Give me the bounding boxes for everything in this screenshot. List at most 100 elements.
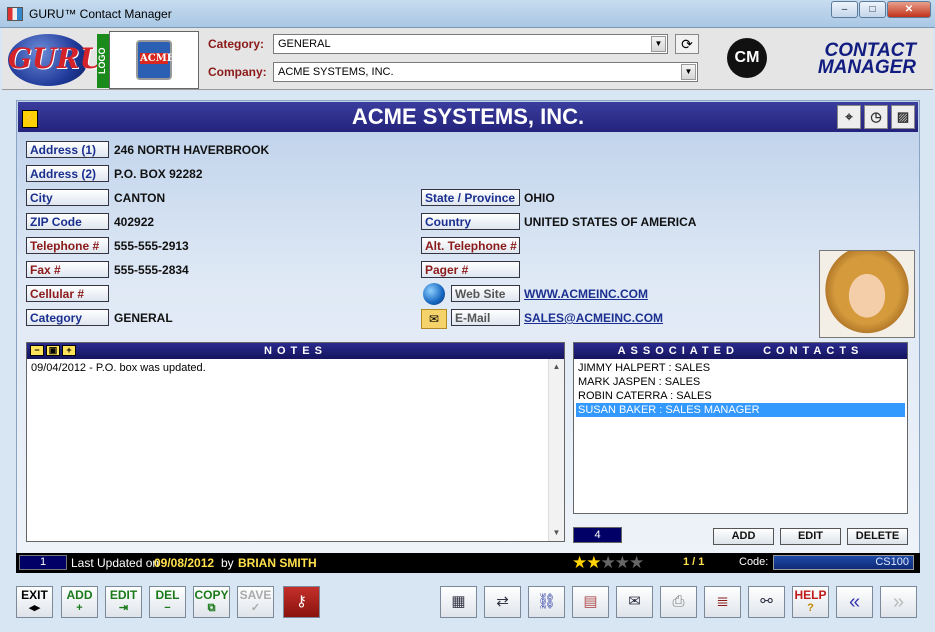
country-value[interactable]: UNITED STATES OF AMERICA xyxy=(524,215,696,229)
stamp-icon[interactable]: ▣ xyxy=(46,345,60,356)
state-label[interactable]: State / Province xyxy=(421,189,520,206)
globe-icon[interactable] xyxy=(423,283,445,305)
check-icon: ✓ xyxy=(250,602,261,614)
star-icon[interactable]: ★ xyxy=(629,553,644,572)
lightning-icon[interactable]: ⚡ xyxy=(22,110,38,128)
chevron-down-icon[interactable]: ▼ xyxy=(681,64,696,80)
notes-title: NOTES xyxy=(264,345,327,357)
city-label[interactable]: City xyxy=(26,189,109,206)
code-value[interactable]: CS100 xyxy=(773,555,914,570)
exit-label: EXIT xyxy=(21,588,48,602)
header: GURU LOGO ACME Category: GENERAL ▼ ⟳ Com… xyxy=(2,28,933,90)
city-value[interactable]: CANTON xyxy=(114,191,165,205)
address1-label[interactable]: Address (1) xyxy=(26,141,109,158)
send-mail-icon[interactable]: ✉ xyxy=(616,586,653,618)
associated-header: ASSOCIATED CONTACTS xyxy=(574,343,907,359)
previous-icon[interactable]: « xyxy=(836,586,873,618)
edit-contact-button[interactable]: EDIT xyxy=(780,528,841,545)
fax-label[interactable]: Fax # xyxy=(26,261,109,278)
company-label: Company: xyxy=(208,65,267,79)
telephone-value[interactable]: 555-555-2913 xyxy=(114,239,189,253)
category-field-label[interactable]: Category xyxy=(26,309,109,326)
minimize-button[interactable]: ‒ xyxy=(831,1,858,18)
notes-header: − ▣ + NOTES xyxy=(27,343,564,359)
state-value[interactable]: OHIO xyxy=(524,191,555,205)
key-icon[interactable]: ⚷ xyxy=(283,586,320,618)
cellular-label[interactable]: Cellular # xyxy=(26,285,109,302)
star-icon[interactable]: ★ xyxy=(586,553,601,572)
copy-button[interactable]: COPY ⧉ xyxy=(193,586,230,618)
close-button[interactable]: ✕ xyxy=(887,1,931,18)
telephone-label[interactable]: Telephone # xyxy=(26,237,109,254)
zip-label[interactable]: ZIP Code xyxy=(26,213,109,230)
add-button[interactable]: ADD + xyxy=(61,586,98,618)
by-label: by xyxy=(221,556,234,570)
help-button[interactable]: HELP? xyxy=(792,586,829,618)
star-icon[interactable]: ★ xyxy=(572,553,587,572)
chain-link-icon[interactable]: ⛓ xyxy=(528,586,565,618)
name-bar-tools: ⌖ ◷ ▨ xyxy=(834,105,915,129)
zip-value[interactable]: 402922 xyxy=(114,215,154,229)
plus-icon[interactable]: + xyxy=(62,345,76,356)
refresh-icon[interactable]: ⟳ xyxy=(675,34,699,54)
address1-value[interactable]: 246 NORTH HAVERBROOK xyxy=(114,143,269,157)
contact-photo[interactable] xyxy=(819,250,915,338)
email-label[interactable]: E-Mail xyxy=(451,309,520,326)
binoculars-icon[interactable]: ⚯ xyxy=(748,586,785,618)
delete-button[interactable]: DEL − xyxy=(149,586,186,618)
notes-panel: − ▣ + NOTES 09/04/2012 - P.O. box was up… xyxy=(26,342,565,542)
scroll-down-icon[interactable]: ▼ xyxy=(549,525,564,541)
calendar-icon[interactable]: ▦ xyxy=(440,586,477,618)
print-list-icon[interactable]: ≣ xyxy=(704,586,741,618)
exit-button[interactable]: EXIT ◂▸ xyxy=(16,586,53,618)
delete-contact-button[interactable]: DELETE xyxy=(847,528,908,545)
pager-label[interactable]: Pager # xyxy=(421,261,520,278)
maximize-button[interactable]: □ xyxy=(859,1,886,18)
minus-icon[interactable]: − xyxy=(30,345,44,356)
printer-icon[interactable]: ⎙ xyxy=(660,586,697,618)
associated-contacts-panel: ASSOCIATED CONTACTS JIMMY HALPERT : SALE… xyxy=(573,342,908,514)
website-label[interactable]: Web Site xyxy=(451,285,520,302)
website-link[interactable]: WWW.ACMEINC.COM xyxy=(524,287,648,301)
folders-icon[interactable]: ▤ xyxy=(572,586,609,618)
contact-count: 4 xyxy=(573,527,622,543)
map-icon[interactable]: ⌖ xyxy=(837,105,861,129)
list-item[interactable]: MARK JASPEN : SALES xyxy=(576,375,905,389)
cm-logo: CM xyxy=(727,38,767,78)
contact-manager-logo-text: CONTACT MANAGER xyxy=(770,41,916,78)
scroll-up-icon[interactable]: ▲ xyxy=(549,359,564,375)
associated-list: JIMMY HALPERT : SALES MARK JASPEN : SALE… xyxy=(574,359,907,419)
minus-icon: − xyxy=(164,602,171,614)
notes-textarea[interactable]: 09/04/2012 - P.O. box was updated. xyxy=(27,359,564,377)
edit-button[interactable]: EDIT ⇥ xyxy=(105,586,142,618)
fax-value[interactable]: 555-555-2834 xyxy=(114,263,189,277)
list-item[interactable]: JIMMY HALPERT : SALES xyxy=(576,361,905,375)
pattern-icon[interactable]: ▨ xyxy=(891,105,915,129)
list-item-selected[interactable]: SUSAN BAKER : SALES MANAGER xyxy=(576,403,905,417)
add-contact-button[interactable]: ADD xyxy=(713,528,774,545)
save-button[interactable]: SAVE ✓ xyxy=(237,586,274,618)
next-icon[interactable]: » xyxy=(880,586,917,618)
notes-scrollbar[interactable]: ▲ ▼ xyxy=(548,359,564,541)
rating-stars[interactable]: ★★★★★ xyxy=(572,553,644,573)
logo-line-2: MANAGER xyxy=(817,57,916,78)
guru-link-icon[interactable]: ⇄ xyxy=(484,586,521,618)
scroll-track[interactable] xyxy=(549,375,564,525)
company-select[interactable]: ACME SYSTEMS, INC. ▼ xyxy=(273,62,698,82)
company-name-bar: ⚡ ACME SYSTEMS, INC. ⌖ ◷ ▨ xyxy=(18,102,918,132)
category-field-value[interactable]: GENERAL xyxy=(114,311,173,325)
address2-label[interactable]: Address (2) xyxy=(26,165,109,182)
star-icon[interactable]: ★ xyxy=(601,553,616,572)
help-label: HELP xyxy=(794,588,827,602)
category-select[interactable]: GENERAL ▼ xyxy=(273,34,668,54)
clock-icon[interactable]: ◷ xyxy=(864,105,888,129)
country-label[interactable]: Country xyxy=(421,213,520,230)
chevron-down-icon[interactable]: ▼ xyxy=(651,36,666,52)
company-logo-box[interactable]: ACME xyxy=(109,31,199,89)
star-icon[interactable]: ★ xyxy=(615,553,630,572)
alt-telephone-label[interactable]: Alt. Telephone # xyxy=(421,237,520,254)
list-item[interactable]: ROBIN CATERRA : SALES xyxy=(576,389,905,403)
address2-value[interactable]: P.O. BOX 92282 xyxy=(114,167,203,181)
email-link[interactable]: SALES@ACMEINC.COM xyxy=(524,311,663,325)
email-icon[interactable]: ✉ xyxy=(421,309,447,329)
